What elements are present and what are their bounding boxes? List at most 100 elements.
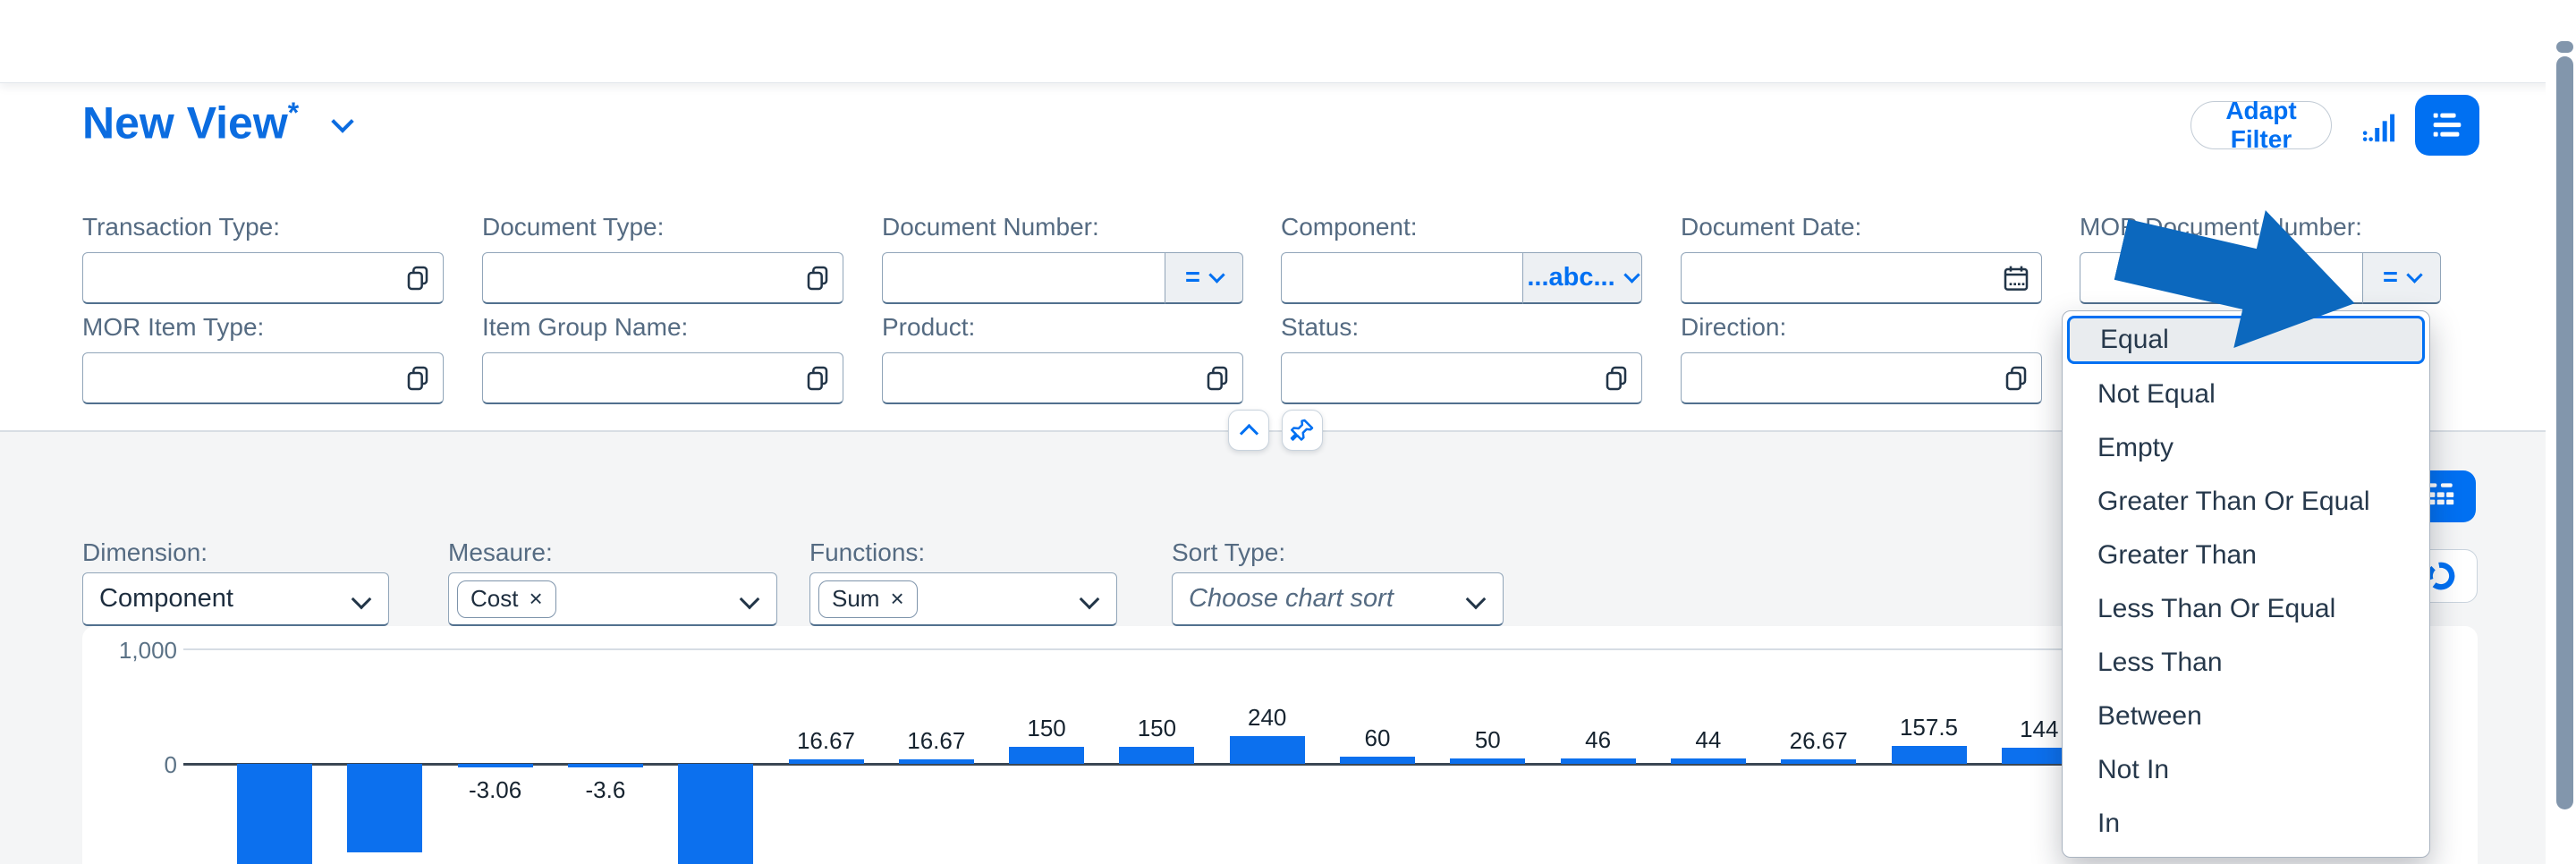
date-filter-field-document-date: Document Date:: [1681, 213, 2042, 304]
menu-item-empty[interactable]: Empty: [2067, 421, 2425, 475]
menu-item-between[interactable]: Between: [2067, 690, 2425, 743]
menu-item-less-than-or-equal[interactable]: Less Than Or Equal: [2067, 582, 2425, 636]
functions-multiselect[interactable]: Sum ×: [809, 572, 1117, 626]
value-help-icon[interactable]: [403, 364, 432, 393]
chart-bar[interactable]: [568, 764, 643, 767]
chart-bar[interactable]: [789, 759, 864, 764]
view-selector[interactable]: New View*: [82, 97, 351, 149]
menu-item-less-than[interactable]: Less Than: [2067, 636, 2425, 690]
pin-icon: [1289, 417, 1316, 444]
calendar-icon[interactable]: [2002, 264, 2030, 292]
app-window: 1,000 0 -3.06-3.616.6716.671501502406050…: [0, 0, 2576, 864]
operator-select[interactable]: =: [1165, 252, 1243, 304]
measure-label: Mesaure:: [448, 538, 553, 567]
filter-field-direction: Direction:: [1681, 313, 2042, 404]
filter-field-transaction-type: Transaction Type:: [82, 213, 444, 304]
bar-value-label: 46: [1545, 726, 1652, 754]
filter-input[interactable]: [482, 252, 843, 304]
menu-item-in[interactable]: In: [2067, 797, 2425, 851]
y-axis-tick-0: 0: [79, 751, 177, 779]
horizontal-bars-icon: [2427, 105, 2468, 146]
filter-input[interactable]: [82, 252, 444, 304]
filter-label: Product:: [882, 313, 1243, 352]
chart-bar[interactable]: [1119, 747, 1194, 764]
bar-value-label: 26.67: [1765, 727, 1872, 755]
chart-bar[interactable]: [1009, 747, 1084, 764]
chevron-down-icon: [331, 110, 353, 132]
filter-input[interactable]: [1681, 352, 2042, 404]
chart-bar[interactable]: [1671, 758, 1746, 764]
chart-bar[interactable]: [347, 764, 422, 852]
bar-value-label: -3.06: [442, 776, 549, 804]
bar-chart-view-button[interactable]: [2360, 107, 2401, 148]
filter-input[interactable]: [882, 252, 1165, 304]
filter-field-document-type: Document Type:: [482, 213, 843, 304]
filter-label: Component:: [1281, 213, 1642, 252]
chevron-down-icon: [2406, 267, 2422, 283]
operator-select[interactable]: ...abc...: [1522, 252, 1642, 304]
bar-value-label: 150: [1103, 715, 1210, 742]
chart-bar[interactable]: [678, 764, 753, 864]
bar-value-label: 50: [1434, 726, 1541, 754]
dimension-select[interactable]: Component: [82, 572, 389, 626]
dimension-value: Component: [99, 584, 233, 614]
value-help-icon[interactable]: [403, 264, 432, 292]
filter-input[interactable]: [1281, 252, 1522, 304]
menu-item-greater-than-or-equal[interactable]: Greater Than Or Equal: [2067, 475, 2425, 529]
filter-field-item-group-name: Item Group Name:: [482, 313, 843, 404]
filter-field-mor-item-type: MOR Item Type:: [82, 313, 444, 404]
chart-bar[interactable]: [1230, 736, 1305, 764]
horizontal-bars-view-button-selected[interactable]: [2415, 95, 2479, 156]
filter-label: Transaction Type:: [82, 213, 444, 252]
pin-filterbar-button[interactable]: [1282, 410, 1323, 451]
chart-bar[interactable]: [1781, 759, 1856, 764]
operator-select[interactable]: =: [2362, 252, 2441, 304]
bar-value-label: -3.6: [552, 776, 659, 804]
adapt-filter-button[interactable]: Adapt Filter: [2190, 101, 2332, 149]
filter-input[interactable]: [82, 352, 444, 404]
measure-multiselect[interactable]: Cost ×: [448, 572, 777, 626]
operator-value: =: [1185, 263, 1200, 292]
filter-input[interactable]: [882, 352, 1243, 404]
bar-value-label: 16.67: [883, 727, 990, 755]
bar-value-label: 16.67: [773, 727, 880, 755]
scrollbar-cap: [2556, 41, 2573, 53]
chart-bar[interactable]: [1892, 746, 1967, 764]
value-help-icon[interactable]: [1203, 364, 1232, 393]
filter-input[interactable]: [1681, 252, 2042, 304]
filter-field-status: Status:: [1281, 313, 1642, 404]
filter-label: Direction:: [1681, 313, 2042, 352]
value-help-icon[interactable]: [803, 264, 832, 292]
sort-placeholder: Choose chart sort: [1189, 584, 1394, 614]
value-help-icon[interactable]: [1602, 364, 1631, 393]
vertical-scrollbar-thumb[interactable]: [2556, 56, 2573, 809]
chevron-down-icon: [352, 589, 372, 610]
menu-item-not-in[interactable]: Not In: [2067, 743, 2425, 797]
filter-input[interactable]: [482, 352, 843, 404]
value-help-icon[interactable]: [803, 364, 832, 393]
sort-type-label: Sort Type:: [1172, 538, 1285, 567]
chart-bar[interactable]: [458, 764, 533, 767]
dimension-label: Dimension:: [82, 538, 208, 567]
chart-bar[interactable]: [899, 759, 974, 764]
menu-item-greater-than[interactable]: Greater Than: [2067, 529, 2425, 582]
bar-value-label: 240: [1214, 704, 1321, 732]
filter-input[interactable]: [1281, 352, 1642, 404]
function-token: Sum ×: [818, 580, 918, 618]
remove-token-icon[interactable]: ×: [529, 585, 542, 613]
collapse-filterbar-button[interactable]: [1228, 410, 1269, 451]
chart-bar[interactable]: [1450, 758, 1525, 764]
chart-bar[interactable]: [237, 764, 312, 864]
bar-value-label: 157.5: [1876, 714, 1983, 741]
chart-bar[interactable]: [1340, 757, 1415, 764]
chevron-down-icon: [1623, 267, 1640, 283]
menu-item-not-equal[interactable]: Not Equal: [2067, 368, 2425, 421]
filter-label: MOR Item Type:: [82, 313, 444, 352]
remove-token-icon[interactable]: ×: [890, 585, 903, 613]
chart-bar[interactable]: [1561, 758, 1636, 764]
filter-label: Document Type:: [482, 213, 843, 252]
value-help-icon[interactable]: [2002, 364, 2030, 393]
bar-value-label: 60: [1324, 724, 1431, 752]
sort-type-select[interactable]: Choose chart sort: [1172, 572, 1504, 626]
operator-filter-field-document-number: Document Number:=: [882, 213, 1243, 304]
